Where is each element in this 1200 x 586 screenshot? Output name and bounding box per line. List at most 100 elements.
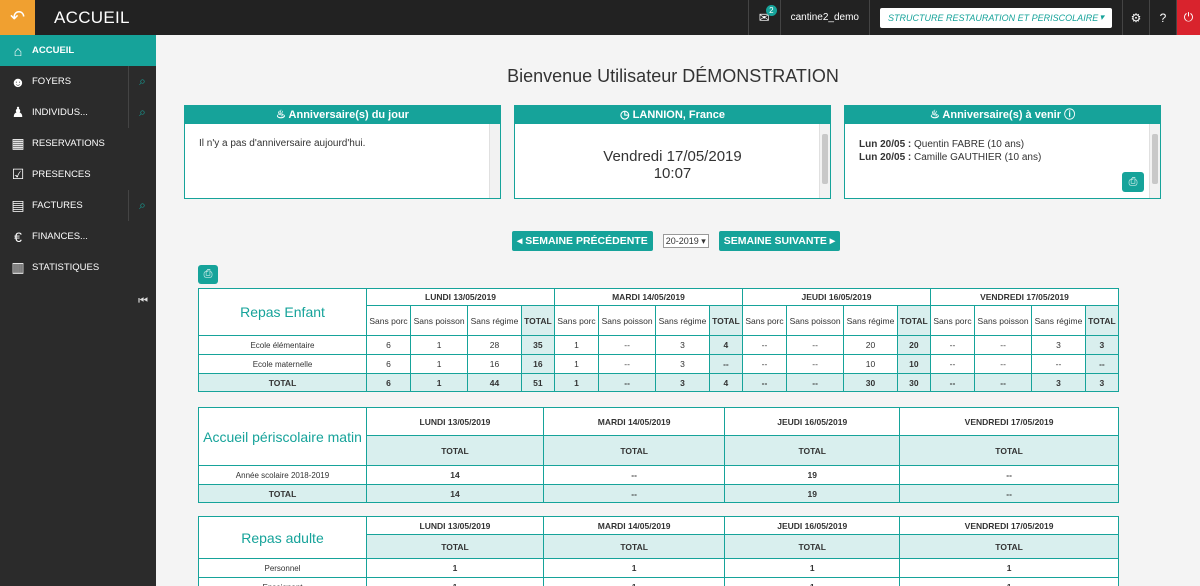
caret-down-icon: ▾ (1099, 12, 1104, 22)
undo-arrow-icon[interactable]: ↶ (0, 0, 35, 35)
user-name[interactable]: cantine2_demo (779, 0, 869, 35)
welcome-title: Bienvenue Utilisateur DÉMONSTRATION (507, 66, 839, 86)
birthday-entry: Lun 20/05 : Camille GAUTHIER (10 ans) (859, 152, 1042, 163)
scrollbar[interactable] (489, 124, 500, 198)
sidebar-item-label: INDIVIDUS... (32, 107, 88, 118)
home-icon: ⌂ (13, 42, 23, 59)
panel-title: LANNION, France (632, 109, 725, 121)
print-icon[interactable]: ⎙ (198, 265, 218, 284)
clock-panel: ◷ LANNION, France Vendredi 17/05/2019 10:… (514, 105, 831, 199)
column-header: TOTAL (520, 305, 555, 336)
users-icon: ☻ (10, 73, 26, 90)
clock-icon: ◷ (620, 109, 633, 121)
question-icon[interactable]: ? (1149, 0, 1176, 35)
day-header: JEUDI 16/05/2019 (741, 288, 931, 306)
previous-week-button[interactable]: ◂ SEMAINE PRÉCÉDENTE (512, 231, 653, 251)
next-week-button[interactable]: SEMAINE SUIVANTE ▸ (718, 231, 841, 251)
sidebar-item-label: RESERVATIONS (32, 138, 105, 149)
day-header: LUNDI 13/05/2019 (366, 515, 544, 536)
birthday-entry: Lun 20/05 : Quentin FABRE (10 ans) (859, 139, 1025, 150)
periscolaire-table: Accueil périscolaire matin LUNDI 13/05/20… (198, 407, 1119, 503)
column-header: TOTAL (899, 534, 1119, 559)
repas-enfant-table: Repas Enfant LUNDI 13/05/2019 MARDI 14/05/… (198, 288, 1120, 392)
cake-icon: ♨ (929, 109, 943, 121)
column-header: Sans porc (741, 305, 788, 336)
week-select[interactable]: 20-2019 ▾ (662, 234, 709, 248)
column-header: Sans porc (553, 305, 600, 336)
info-icon[interactable]: ⓘ (1061, 109, 1075, 121)
birthday-upcoming-panel: ♨ Anniversaire(s) à venir ⓘ Lun 20/05 : … (844, 105, 1161, 199)
total-row: TOTAL 14 -- 19 -- (198, 484, 1119, 503)
sidebar-item-factures[interactable]: ▤ FACTURES ⌕ (0, 190, 156, 221)
current-time: 10:07 (653, 165, 692, 182)
sidebar: ⌂ ACCUEIL ☻ FOYERS ⌕ ♟ INDIVIDUS... ⌕ ▦ RESERVATI… (0, 35, 156, 586)
column-header: TOTAL (899, 435, 1119, 466)
sidebar-item-label: STATISTIQUES (32, 262, 100, 273)
sidebar-item-presences[interactable]: ☑ PRESENCES (0, 159, 156, 190)
table-row: Année scolaire 2018-2019 14 -- 19 -- (198, 465, 1119, 485)
table-row: Ecole maternelle 6 1 16 16 1 -- 3 -- -- -- 10 10 -- --… (198, 354, 1120, 374)
column-header: TOTAL (366, 435, 544, 466)
gears-icon[interactable]: ⚙ (1122, 0, 1149, 35)
sidebar-item-label: FACTURES (32, 200, 83, 211)
sidebar-item-foyers[interactable]: ☻ FOYERS ⌕ (0, 66, 156, 97)
calendar-check-icon: ☑ (11, 166, 25, 182)
file-icon: ▤ (11, 197, 25, 213)
power-icon[interactable]: ⏻ (1176, 0, 1200, 35)
repas-adulte-table: Repas adulte LUNDI 13/05/2019 MARDI 14/05/… (198, 515, 1119, 586)
day-header: MARDI 14/05/2019 (542, 515, 726, 536)
column-header: Sans porc (929, 305, 976, 336)
total-row: TOTAL 6 1 44 51 1 -- 3 4 -- -- 30 30 -- -- 3 3 (198, 373, 1120, 392)
day-header: VENDREDI 17/05/2019 (899, 515, 1119, 536)
calendar-icon: ▦ (11, 135, 25, 151)
column-header: Sans poisson (410, 305, 469, 336)
bar-chart-icon: ▥ (11, 259, 25, 275)
table-row: Personnel 1 1 1 1 (198, 558, 1119, 578)
sidebar-item-label: FOYERS (32, 76, 72, 87)
column-header: Sans porc (365, 305, 412, 336)
print-icon[interactable]: ⎙ (1122, 172, 1144, 192)
day-header: JEUDI 16/05/2019 (724, 515, 901, 536)
table-title: Repas Enfant (198, 288, 367, 336)
euro-icon: € (14, 228, 22, 245)
search-icon[interactable]: ⌕ (128, 190, 156, 221)
panel-title: Anniversaire(s) du jour (288, 109, 409, 121)
panel-title: Anniversaire(s) à venir (942, 109, 1062, 121)
search-icon[interactable]: ⌕ (128, 66, 156, 97)
column-header: Sans régime (467, 305, 522, 336)
current-date: Vendredi 17/05/2019 (603, 148, 742, 165)
column-header: TOTAL (896, 305, 931, 336)
collapse-sidebar-icon[interactable]: ⏮ (138, 295, 148, 308)
day-header: LUNDI 13/05/2019 (366, 407, 544, 436)
mail-badge: 2 (766, 4, 777, 16)
day-header: MARDI 14/05/2019 (553, 288, 743, 306)
day-header: VENDREDI 17/05/2019 (899, 407, 1119, 436)
table-row: Enseignant1111 (198, 577, 1119, 586)
structure-select[interactable]: STRUCTURE RESTAURATION ET PERISCOLAIRE ▾ (880, 7, 1112, 28)
messages-button[interactable]: ✉ 2 (747, 0, 780, 35)
column-header: TOTAL (542, 534, 726, 559)
main-content: Bienvenue Utilisateur DÉMONSTRATION ♨ An… (156, 35, 1200, 586)
day-header: VENDREDI 17/05/2019 (929, 288, 1120, 306)
column-header: TOTAL (724, 435, 901, 466)
user-icon: ♟ (11, 104, 25, 120)
scrollbar[interactable] (819, 124, 830, 198)
day-header: JEUDI 16/05/2019 (724, 407, 901, 436)
table-title: Repas adulte (198, 516, 367, 559)
cake-icon: ♨ (276, 109, 289, 121)
sidebar-item-accueil[interactable]: ⌂ ACCUEIL (0, 35, 156, 66)
search-icon[interactable]: ⌕ (128, 97, 156, 128)
table-title: Accueil périscolaire matin (198, 407, 367, 466)
sidebar-item-finances[interactable]: € FINANCES... (0, 221, 156, 252)
scrollbar[interactable] (1149, 124, 1160, 198)
sidebar-item-statistiques[interactable]: ▥ STATISTIQUES (0, 252, 156, 283)
sidebar-item-label: PRESENCES (32, 169, 91, 180)
week-navigation: ◂ SEMAINE PRÉCÉDENTE 20-2019 ▾ SEMAINE S… (512, 231, 841, 251)
column-header: TOTAL (366, 534, 544, 559)
sidebar-item-label: ACCUEIL (32, 45, 75, 56)
day-header: MARDI 14/05/2019 (542, 407, 726, 436)
top-bar: ↶ ACCUEIL ✉ 2 cantine2_demo STRUCTURE RES… (0, 0, 1200, 35)
column-header: Sans régime (1031, 305, 1086, 336)
sidebar-item-reservations[interactable]: ▦ RESERVATIONS (0, 128, 156, 159)
sidebar-item-individus[interactable]: ♟ INDIVIDUS... ⌕ (0, 97, 156, 128)
